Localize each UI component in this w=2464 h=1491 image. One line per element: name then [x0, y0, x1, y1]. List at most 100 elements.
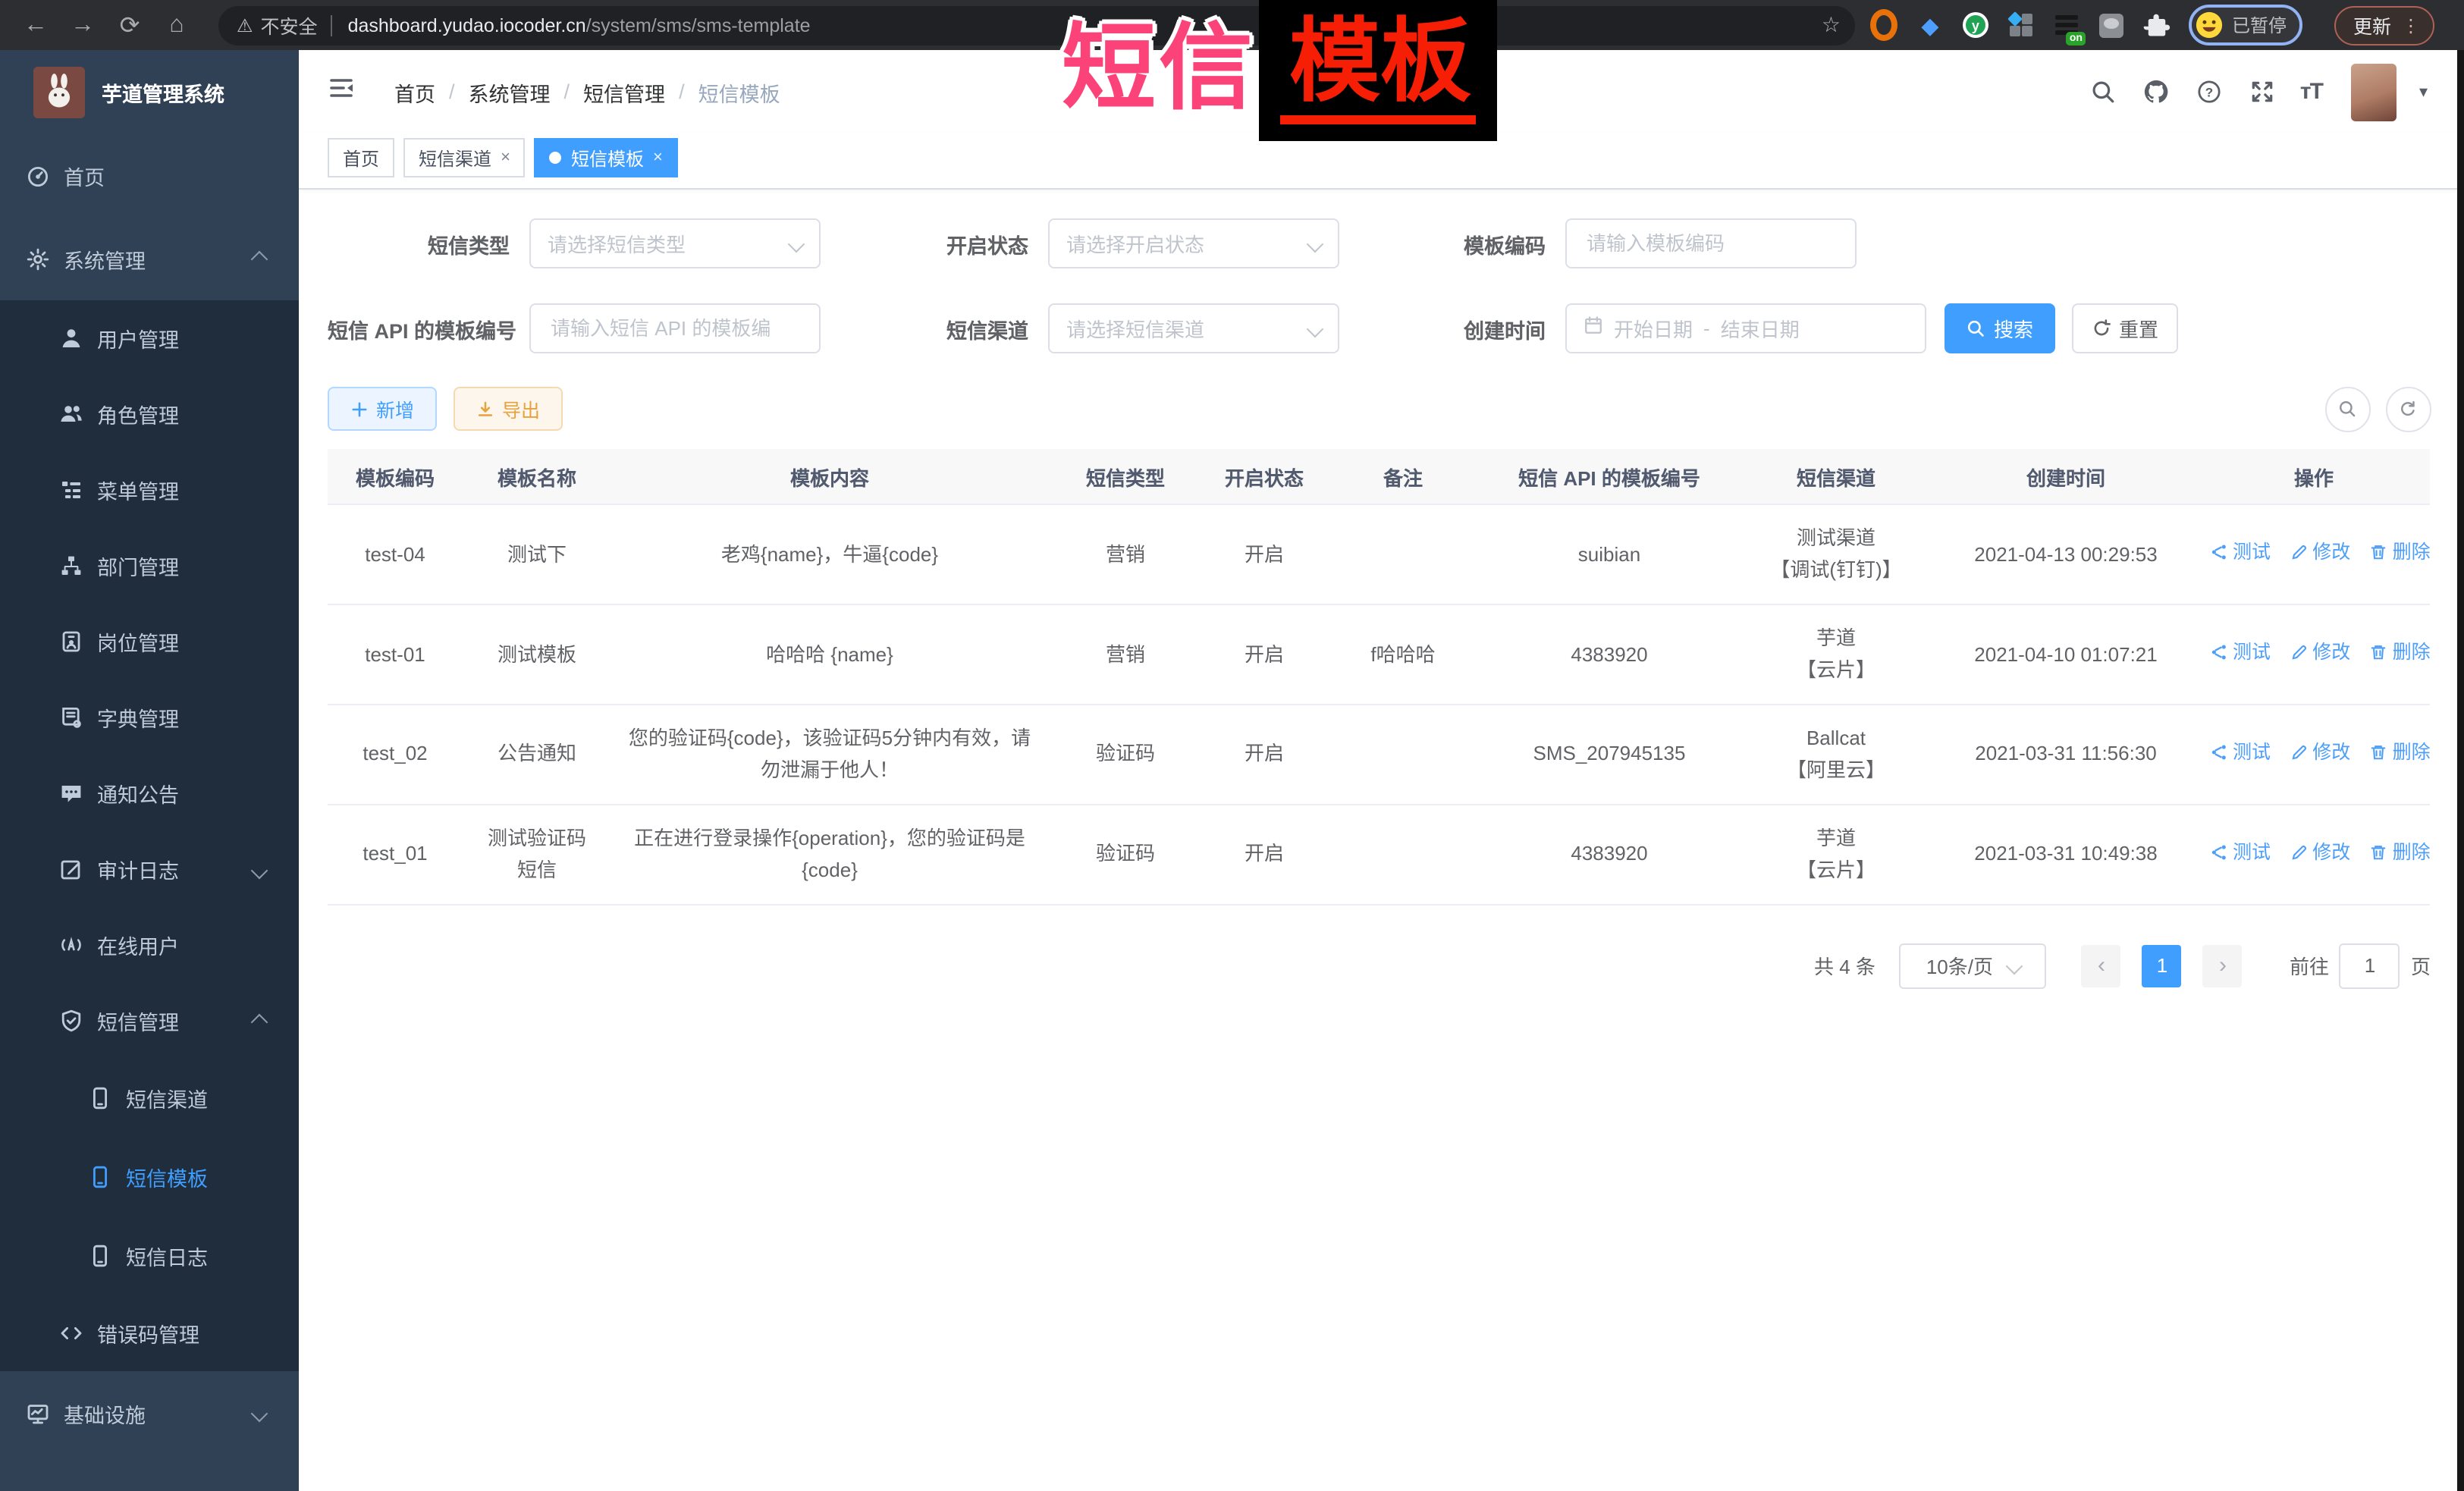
search-icon[interactable] — [2088, 77, 2118, 107]
status-select[interactable]: 请选择开启状态 — [1048, 218, 1339, 268]
close-icon[interactable]: × — [501, 149, 510, 167]
tab-home[interactable]: 首页 — [328, 138, 394, 177]
sidebar-item-online-users[interactable]: 在线用户 — [0, 907, 299, 983]
extension-monkey-icon[interactable] — [2098, 11, 2126, 39]
announcement-comment-icon — [59, 781, 83, 805]
tab-sms-channel[interactable]: 短信渠道 × — [403, 138, 526, 177]
search-button[interactable]: 搜索 — [1945, 303, 2055, 353]
channel-select[interactable]: 请选择短信渠道 — [1048, 303, 1339, 353]
url-host: dashboard.yudao.iocoder.cn — [348, 14, 586, 36]
prev-page-button[interactable]: ‹ — [2082, 944, 2121, 987]
sidebar-item-sms[interactable]: 短信管理 — [0, 983, 299, 1059]
breadcrumb-system[interactable]: 系统管理 — [469, 77, 551, 107]
extension-grid-icon[interactable] — [2007, 11, 2035, 39]
org-chart-icon — [59, 554, 83, 578]
sidebar-item-sms-channel[interactable]: 短信渠道 — [0, 1059, 299, 1138]
sidebar-item-menus[interactable]: 菜单管理 — [0, 452, 299, 528]
browser-home-button[interactable]: ⌂ — [153, 7, 200, 43]
id-badge-icon — [59, 629, 83, 654]
browser-profile-chip[interactable]: 已暂停 — [2189, 5, 2303, 46]
sidebar-item-infrastructure[interactable]: 基础设施 — [0, 1371, 299, 1455]
extension-gem-icon[interactable]: ◆ — [1916, 11, 1944, 39]
template-code-input[interactable] — [1584, 231, 1838, 256]
user-avatar[interactable] — [2351, 63, 2397, 121]
edit-icon — [2290, 544, 2308, 562]
goto-page-input[interactable] — [2340, 943, 2400, 988]
bookmark-star-icon[interactable]: ☆ — [1822, 12, 1841, 38]
edit-link[interactable]: 修改 — [2290, 837, 2350, 868]
extension-donut-icon[interactable] — [1871, 11, 1898, 39]
create-time-range-picker[interactable]: 开始日期 - 结束日期 — [1565, 303, 1926, 353]
chevron-down-icon — [790, 230, 802, 257]
sidebar-item-users[interactable]: 用户管理 — [0, 300, 299, 376]
sidebar-item-dictionary[interactable]: 字典管理 — [0, 680, 299, 755]
browser-menu-icon[interactable]: ⋮ — [2402, 14, 2420, 36]
close-icon[interactable]: × — [653, 149, 663, 167]
sidebar-item-roles[interactable]: 角色管理 — [0, 376, 299, 452]
extensions-puzzle-icon[interactable] — [2144, 11, 2171, 39]
delete-link[interactable]: 删除 — [2370, 837, 2431, 868]
table-header-row: 模板编码 模板名称 模板内容 短信类型 开启状态 备注 短信 API 的模板编号… — [328, 449, 2430, 504]
sidebar-fold-icon[interactable] — [328, 74, 355, 109]
breadcrumb-sms[interactable]: 短信管理 — [583, 77, 665, 107]
browser-forward-button[interactable]: → — [59, 7, 106, 43]
browser-reload-button[interactable]: ⟳ — [106, 7, 153, 43]
font-size-icon[interactable]: тT — [2300, 79, 2322, 105]
extension-y-icon[interactable]: y — [1962, 11, 1989, 39]
add-button[interactable]: 新增 — [328, 387, 437, 431]
breadcrumb-home[interactable]: 首页 — [394, 77, 435, 107]
help-icon[interactable]: ? — [2194, 77, 2224, 107]
breadcrumb: 首页 / 系统管理 / 短信管理 / 短信模板 — [394, 77, 780, 107]
col-template-name: 模板名称 — [463, 449, 611, 504]
test-link[interactable]: 测试 — [2210, 837, 2271, 868]
address-bar[interactable]: ⚠ 不安全 dashboard.yudao.iocoder.cn /system… — [218, 5, 1856, 45]
test-link[interactable]: 测试 — [2210, 537, 2271, 568]
refresh-table-button[interactable] — [2385, 386, 2431, 432]
edit-link[interactable]: 修改 — [2290, 737, 2350, 768]
avatar-caret-icon[interactable]: ▾ — [2419, 82, 2428, 102]
sidebar-item-announcements[interactable]: 通知公告 — [0, 755, 299, 831]
extension-list-icon[interactable]: on — [2053, 11, 2080, 39]
edit-icon — [2290, 843, 2308, 862]
app-header: 首页 / 系统管理 / 短信管理 / 短信模板 ? — [299, 50, 2464, 133]
edit-link[interactable]: 修改 — [2290, 637, 2350, 668]
security-label[interactable]: 不安全 — [261, 11, 318, 39]
sidebar-item-posts[interactable]: 岗位管理 — [0, 604, 299, 680]
sidebar-item-system[interactable]: 系统管理 — [0, 217, 299, 300]
sidebar-item-home[interactable]: 首页 — [0, 133, 299, 217]
fullscreen-icon[interactable] — [2247, 77, 2277, 107]
extension-on-badge: on — [2066, 31, 2086, 45]
reset-button[interactable]: 重置 — [2072, 303, 2178, 353]
user-icon — [59, 326, 83, 350]
sidebar-item-departments[interactable]: 部门管理 — [0, 528, 299, 604]
edit-link[interactable]: 修改 — [2290, 537, 2350, 568]
delete-link[interactable]: 删除 — [2370, 537, 2431, 568]
pagination: 共 4 条 10条/页 ‹ 1 › 前往 页 — [328, 943, 2431, 988]
sms-type-select[interactable]: 请选择短信类型 — [529, 218, 821, 268]
api-template-id-input[interactable] — [548, 315, 802, 341]
template-code-input-wrap — [1565, 218, 1857, 268]
test-link[interactable]: 测试 — [2210, 737, 2271, 768]
page-size-select[interactable]: 10条/页 — [1900, 943, 2047, 988]
browser-back-button[interactable]: ← — [12, 7, 59, 43]
sidebar-item-error-codes[interactable]: 错误码管理 — [0, 1295, 299, 1371]
tab-sms-template[interactable]: 短信模板 × — [535, 138, 678, 177]
test-link[interactable]: 测试 — [2210, 637, 2271, 668]
api-template-id-input-wrap — [529, 303, 821, 353]
github-icon[interactable] — [2141, 77, 2171, 107]
sidebar-item-sms-log[interactable]: 短信日志 — [0, 1216, 299, 1295]
url-path: /system/sms/sms-template — [586, 14, 1810, 36]
sidebar-item-sms-template[interactable]: 短信模板 — [0, 1138, 299, 1216]
next-page-button[interactable]: › — [2203, 944, 2243, 987]
share-icon — [2210, 544, 2228, 562]
page-number-1[interactable]: 1 — [2142, 944, 2182, 987]
toggle-search-button[interactable] — [2324, 386, 2370, 432]
delete-link[interactable]: 删除 — [2370, 637, 2431, 668]
breadcrumb-separator: / — [679, 80, 685, 103]
browser-update-button[interactable]: 更新 ⋮ — [2335, 5, 2434, 45]
chevron-down-icon — [1309, 230, 1321, 257]
sidebar-item-audit-log[interactable]: 审计日志 — [0, 831, 299, 907]
export-button[interactable]: 导出 — [454, 387, 563, 431]
delete-link[interactable]: 删除 — [2370, 737, 2431, 768]
extensions-row: ◆ y on 已暂停 更新 ⋮ — [1871, 5, 2434, 46]
